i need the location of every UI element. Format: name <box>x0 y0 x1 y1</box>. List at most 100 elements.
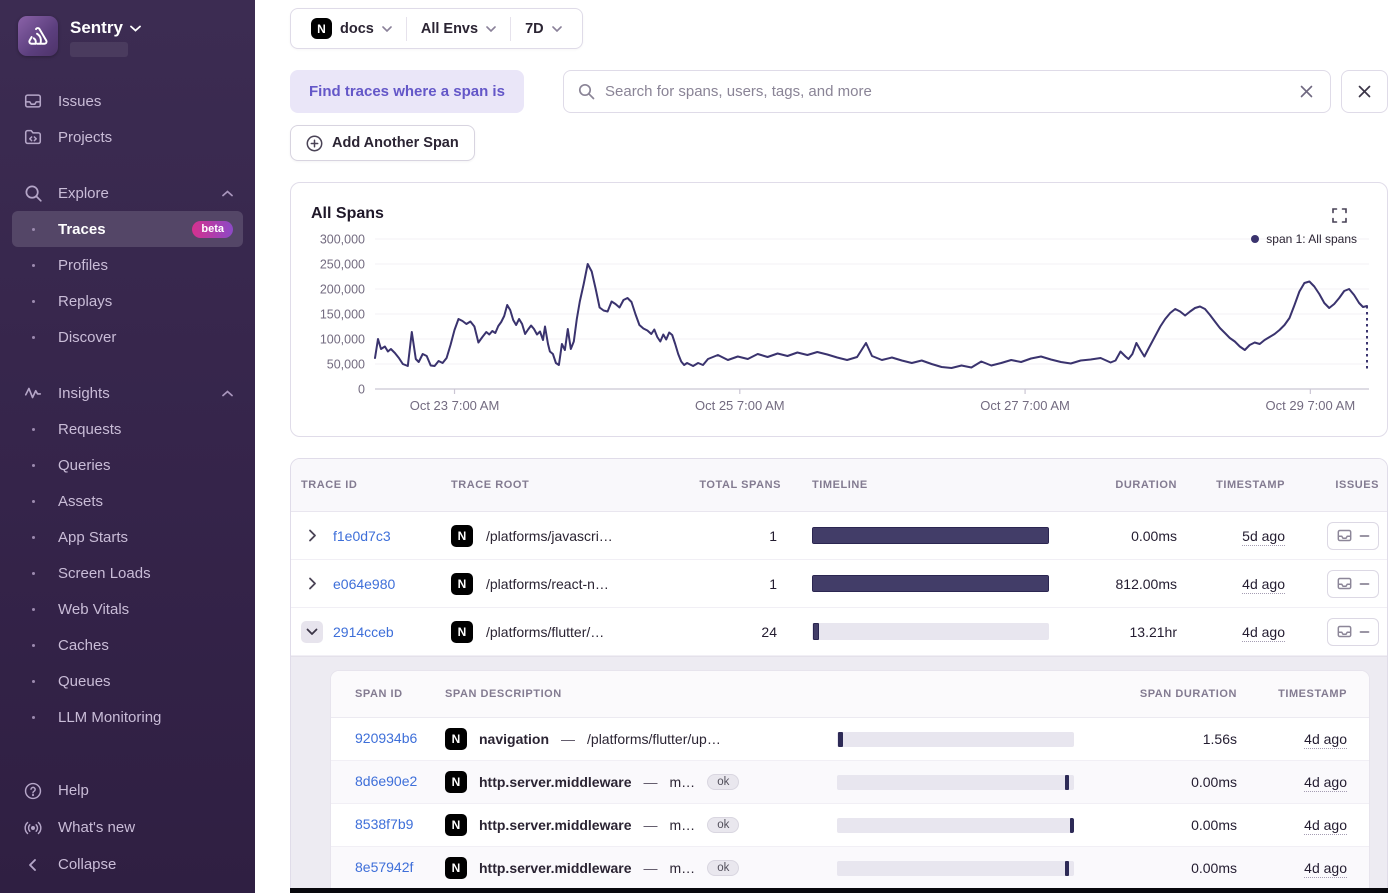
dash-icon <box>1359 534 1370 538</box>
org-switcher[interactable]: Sentry <box>12 14 243 57</box>
timeline-cell <box>837 817 1099 833</box>
sidebar-item-web-vitals[interactable]: Web Vitals <box>12 591 243 627</box>
bullet-icon <box>22 643 44 647</box>
sidebar-item-discover[interactable]: Discover <box>12 319 243 355</box>
timeline-bar <box>812 575 1049 592</box>
issues-button[interactable] <box>1327 569 1379 598</box>
span-id-link[interactable]: 8d6e90e2 <box>355 773 417 789</box>
nextjs-platform-icon: N <box>451 524 473 547</box>
expand-row-icon[interactable] <box>301 577 323 590</box>
clear-search-icon[interactable] <box>1297 82 1316 101</box>
collapse-row-icon[interactable] <box>301 620 323 643</box>
chart-legend[interactable]: span 1: All spans <box>1251 232 1357 246</box>
timeline-bar <box>1070 817 1074 833</box>
span-id-cell: 8d6e90e2 <box>355 773 445 791</box>
sidebar-item-label: Profiles <box>58 256 109 274</box>
date-range-selector[interactable]: 7D <box>511 21 576 37</box>
span-duration-cell: 0.00ms <box>1191 817 1237 833</box>
span-op-text: http.server.middleware <box>479 774 632 790</box>
project-selector[interactable]: N docs <box>297 18 406 39</box>
traces-table-body: f1e0d7c3 N/platforms/javascri… 1 0.00ms 5d a… <box>291 512 1387 656</box>
sidebar-item-label: Issues <box>58 92 102 110</box>
timeline-track <box>812 527 1049 544</box>
nextjs-project-icon: N <box>311 18 332 39</box>
trace-id-link[interactable]: 2914cceb <box>333 624 394 640</box>
timestamp-link[interactable]: 5d ago <box>1242 527 1285 546</box>
span-id-link[interactable]: 8538f7b9 <box>355 816 413 832</box>
sidebar-group-insights[interactable]: Insights <box>12 375 243 411</box>
expand-row-icon[interactable] <box>301 529 323 542</box>
span-description-cell: Nhttp.server.middleware — m… ok <box>445 857 837 879</box>
timeline-cell <box>781 623 1049 640</box>
sentry-app: Sentry Issues Projects Explore Traces beta Pr… <box>0 0 1400 893</box>
sidebar-item-label: Help <box>58 782 89 799</box>
trace-row: f1e0d7c3 N/platforms/javascri… 1 0.00ms 5d a… <box>291 512 1387 560</box>
sidebar-item-projects[interactable]: Projects <box>12 119 243 155</box>
sidebar-item-screen-loads[interactable]: Screen Loads <box>12 555 243 591</box>
bullet-icon <box>22 263 44 267</box>
sidebar-item-queries[interactable]: Queries <box>12 447 243 483</box>
timestamp-link[interactable]: 4d ago <box>1304 731 1347 749</box>
sidebar-item-caches[interactable]: Caches <box>12 627 243 663</box>
sidebar-item-traces[interactable]: Traces beta <box>12 211 243 247</box>
sidebar-item-profiles[interactable]: Profiles <box>12 247 243 283</box>
column-header-trace-id: Trace ID <box>301 479 358 491</box>
sidebar-item-label: LLM Monitoring <box>58 708 162 726</box>
span-id-link[interactable]: 8e57942f <box>355 859 413 875</box>
svg-text:300,000: 300,000 <box>320 233 365 247</box>
sidebar-item-app-starts[interactable]: App Starts <box>12 519 243 555</box>
plus-circle-icon <box>306 135 323 152</box>
expand-chart-icon[interactable] <box>1332 208 1347 223</box>
trace-id-link[interactable]: e064e980 <box>333 576 395 592</box>
trace-id-cell: e064e980 <box>301 576 451 592</box>
expanded-trace-spans: Span ID Span Description Span Duration Time… <box>291 656 1387 893</box>
broadcast-icon <box>22 818 44 838</box>
sidebar-footer-help[interactable]: Help <box>12 772 243 809</box>
span-id-cell: 920934b6 <box>355 730 445 748</box>
column-header-timeline: Timeline <box>812 479 868 491</box>
add-another-span-button[interactable]: Add Another Span <box>290 125 475 161</box>
issues-button[interactable] <box>1327 617 1379 646</box>
span-status-badge: ok <box>707 860 740 876</box>
environment-selector[interactable]: All Envs <box>407 21 510 37</box>
span-id-cell: 8e57942f <box>355 859 445 877</box>
span-search-input[interactable] <box>605 83 1287 100</box>
bullet-icon <box>22 335 44 339</box>
search-icon <box>22 184 44 203</box>
column-header-span-id: Span ID <box>355 688 403 700</box>
sidebar-item-assets[interactable]: Assets <box>12 483 243 519</box>
timestamp-link[interactable]: 4d ago <box>1304 817 1347 835</box>
span-duration-cell: 0.00ms <box>1191 774 1237 790</box>
sidebar-footer-what-s-new[interactable]: What's new <box>12 809 243 846</box>
sidebar-item-queues[interactable]: Queues <box>12 663 243 699</box>
timestamp-cell: 5d ago <box>1177 527 1285 546</box>
trace-id-link[interactable]: f1e0d7c3 <box>333 528 391 544</box>
all-spans-chart[interactable]: 0 50,000 100,000 150,000 200,000 250,000 300,0… <box>291 183 1387 436</box>
svg-text:50,000: 50,000 <box>327 358 365 372</box>
span-timestamp-cell: 4d ago <box>1237 817 1347 835</box>
span-subtable-body: 920934b6 Nnavigation — /platforms/flutter/u… <box>331 718 1369 890</box>
timeline-track <box>837 817 1074 833</box>
timestamp-link[interactable]: 4d ago <box>1304 860 1347 878</box>
timeline-track <box>837 774 1074 790</box>
span-id-link[interactable]: 920934b6 <box>355 730 417 746</box>
sidebar-item-label: Collapse <box>58 856 117 873</box>
sidebar-group-explore[interactable]: Explore <box>12 175 243 211</box>
timestamp-link[interactable]: 4d ago <box>1304 774 1347 792</box>
environment-selector-value: All Envs <box>420 20 479 37</box>
sidebar-item-requests[interactable]: Requests <box>12 411 243 447</box>
sidebar-footer-collapse[interactable]: Collapse <box>12 846 243 883</box>
issues-button[interactable] <box>1327 521 1379 550</box>
sidebar-item-issues[interactable]: Issues <box>12 83 243 119</box>
remove-span-button[interactable] <box>1341 70 1388 113</box>
search-icon <box>578 83 595 100</box>
timestamp-link[interactable]: 4d ago <box>1242 623 1285 642</box>
timestamp-link[interactable]: 4d ago <box>1242 575 1285 594</box>
sidebar-item-label: Traces <box>58 220 106 238</box>
sidebar-item-llm-monitoring[interactable]: LLM Monitoring <box>12 699 243 735</box>
svg-text:Oct 25 7:00 AM: Oct 25 7:00 AM <box>695 398 785 413</box>
timeline-cell <box>781 575 1049 592</box>
chevron-down-icon <box>551 25 562 32</box>
sidebar-item-replays[interactable]: Replays <box>12 283 243 319</box>
